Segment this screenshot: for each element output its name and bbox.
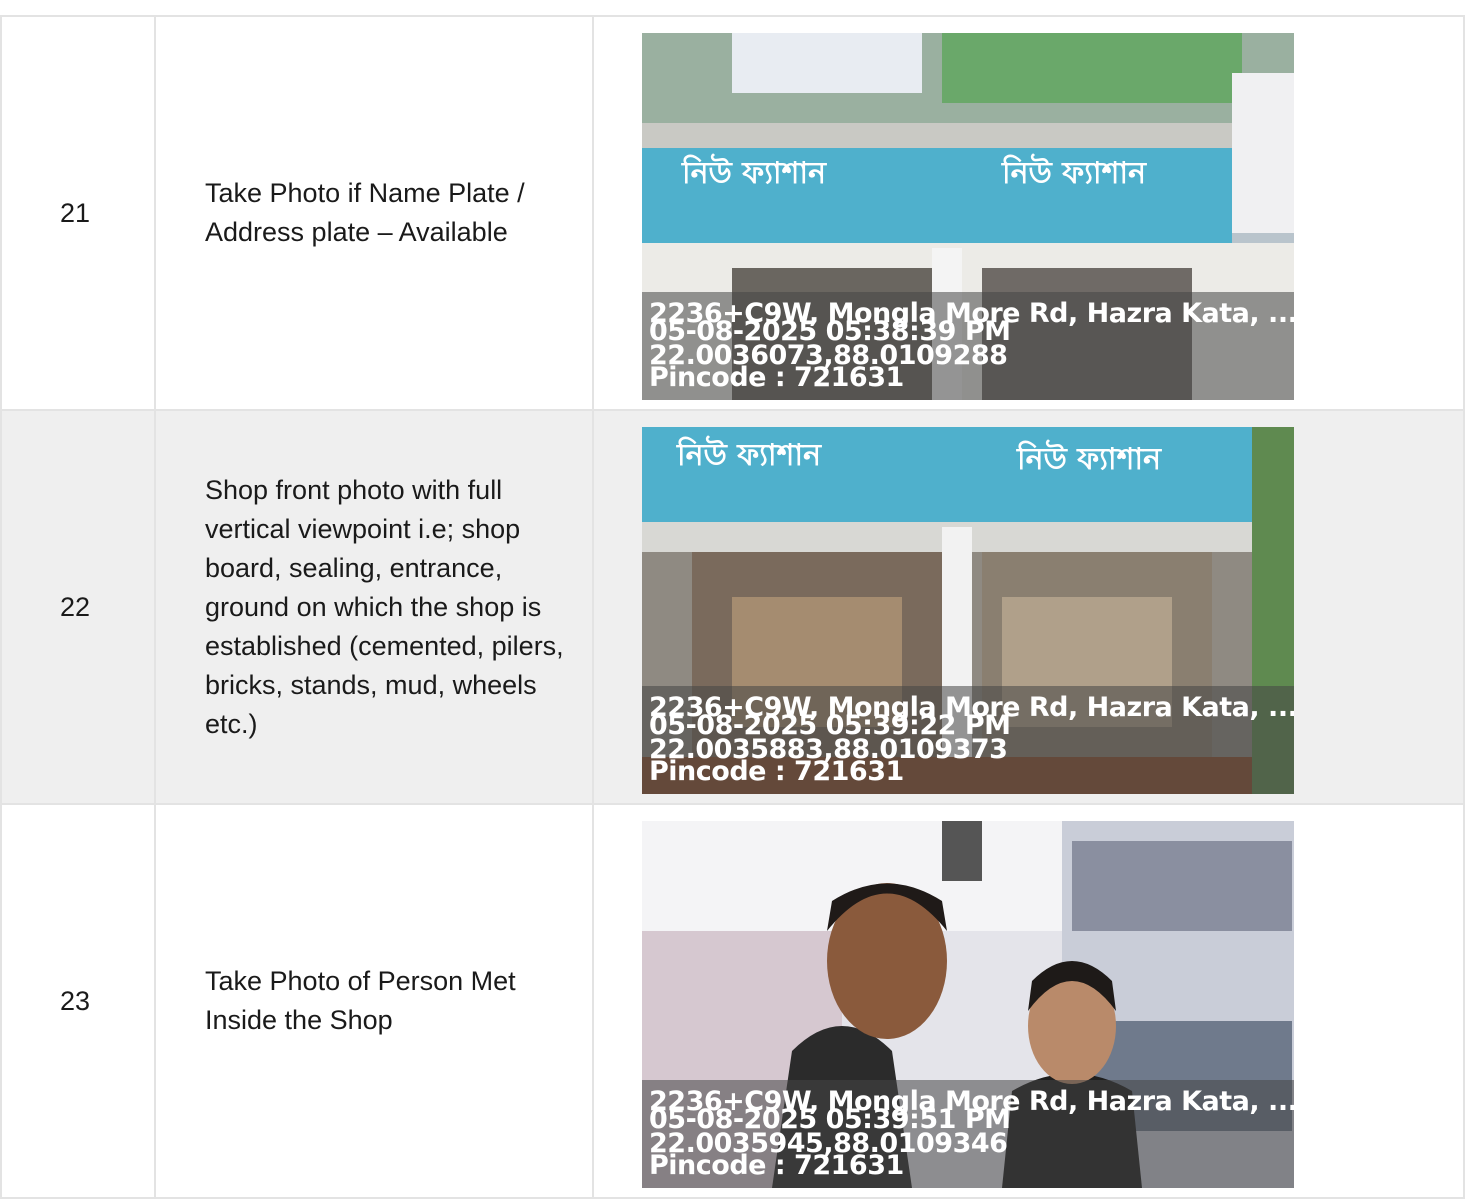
photo-cell: নিউ ফ্যাশান নিউ ফ্যাশান 2236+C9W, Mongla…: [592, 15, 1465, 411]
photo-cell: 2236+C9W, Mongla More Rd, Hazra Kata, ..…: [592, 803, 1465, 1199]
table-row: 22 Shop front photo with full vertical v…: [0, 409, 1465, 805]
shop-sign-text-right: নিউ ফ্যাশান: [1016, 439, 1162, 477]
row-description: Take Photo if Name Plate / Address plate…: [154, 15, 594, 411]
row-number: 22: [0, 409, 156, 805]
inspection-photo-table: 21 Take Photo if Name Plate / Address pl…: [0, 15, 1465, 1199]
name-plate-photo: নিউ ফ্যাশান নিউ ফ্যাশান 2236+C9W, Mongla…: [642, 33, 1294, 400]
row-description: Take Photo of Person Met Inside the Shop: [154, 803, 594, 1199]
photo-geotag-overlay: 2236+C9W, Mongla More Rd, Hazra Kata, ..…: [642, 1080, 1294, 1188]
photo-pincode: Pincode : 721631: [649, 756, 904, 787]
table-row: 21 Take Photo if Name Plate / Address pl…: [0, 15, 1465, 411]
shop-sign-text-left: নিউ ফ্যাশান: [676, 435, 822, 473]
row-number: 21: [0, 15, 156, 411]
row-number: 23: [0, 803, 156, 1199]
person-met-photo: 2236+C9W, Mongla More Rd, Hazra Kata, ..…: [642, 821, 1294, 1188]
shop-sign-text-right: নিউ ফ্যাশান: [1001, 153, 1147, 191]
shop-front-photo: নিউ ফ্যাশান নিউ ফ্যাশান 2236+C9W, Mongla…: [642, 427, 1294, 794]
shop-sign-text-left: নিউ ফ্যাশান: [681, 153, 827, 191]
photo-pincode: Pincode : 721631: [649, 1150, 904, 1181]
row-description: Shop front photo with full vertical view…: [154, 409, 594, 805]
photo-geotag-overlay: 2236+C9W, Mongla More Rd, Hazra Kata, ..…: [642, 686, 1294, 794]
photo-pincode: Pincode : 721631: [649, 362, 904, 393]
table-row: 23 Take Photo of Person Met Inside the S…: [0, 803, 1465, 1199]
photo-geotag-overlay: 2236+C9W, Mongla More Rd, Hazra Kata, ..…: [642, 292, 1294, 400]
photo-cell: নিউ ফ্যাশান নিউ ফ্যাশান 2236+C9W, Mongla…: [592, 409, 1465, 805]
